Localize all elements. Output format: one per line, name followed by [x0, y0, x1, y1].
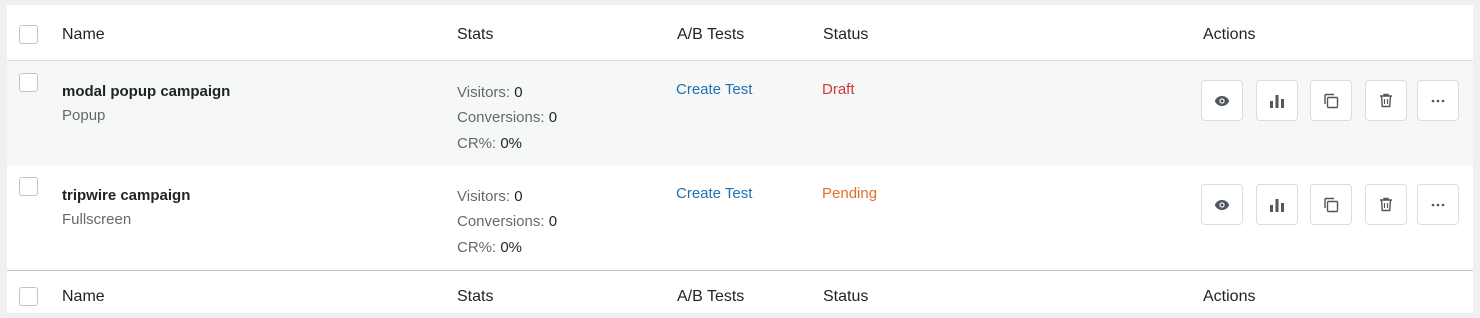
more-icon [1431, 203, 1445, 206]
column-footer-name[interactable]: Name [62, 288, 105, 306]
stat-cr-value: 0% [500, 239, 523, 256]
column-footer-ab-tests: A/B Tests [677, 288, 745, 305]
campaign-type: Fullscreen [62, 211, 132, 228]
table-row: tripwire campaign Fullscreen Visitors: 0… [7, 165, 1473, 270]
duplicate-icon [1324, 197, 1339, 212]
stat-visitors-value: 0 [514, 188, 523, 205]
more-button[interactable] [1417, 80, 1459, 121]
row-checkbox[interactable] [19, 177, 38, 196]
eye-icon [1214, 199, 1230, 210]
stat-conversions-label: Conversions: [457, 109, 545, 126]
stat-visitors-value: 0 [514, 84, 523, 101]
eye-icon [1214, 95, 1230, 106]
select-all-checkbox[interactable] [19, 25, 38, 44]
duplicate-button[interactable] [1310, 184, 1352, 225]
column-footer-status: Status [823, 288, 869, 305]
delete-button[interactable] [1365, 80, 1407, 121]
campaign-name[interactable]: tripwire campaign [62, 187, 190, 204]
table-row: modal popup campaign Popup Visitors: 0 C… [7, 61, 1473, 165]
stat-visitors: Visitors: 0 [457, 188, 523, 205]
stat-conversions-value: 0 [548, 213, 558, 230]
column-header-actions: Actions [1203, 26, 1256, 43]
stat-cr: CR%: 0% [457, 239, 522, 256]
table-header: Name Stats A/B Tests Status Actions [7, 5, 1473, 61]
more-button[interactable] [1417, 184, 1459, 225]
stat-conversions: Conversions: 0 [457, 213, 557, 230]
bar-chart-icon [1270, 94, 1284, 108]
column-header-ab-tests: A/B Tests [677, 26, 745, 43]
duplicate-button[interactable] [1310, 80, 1352, 121]
stat-cr: CR%: 0% [457, 135, 522, 152]
stat-cr-label: CR%: [457, 135, 497, 152]
column-footer-stats: Stats [457, 288, 494, 305]
stat-visitors-label: Visitors: [457, 188, 511, 205]
create-test-link[interactable]: Create Test [676, 185, 752, 202]
column-header-stats: Stats [457, 26, 494, 43]
stats-button[interactable] [1256, 80, 1298, 121]
status-label: Draft [822, 81, 855, 98]
preview-button[interactable] [1201, 80, 1243, 121]
stat-conversions-value: 0 [548, 109, 558, 126]
column-header-status: Status [823, 26, 869, 43]
preview-button[interactable] [1201, 184, 1243, 225]
column-header-name[interactable]: Name [62, 26, 105, 44]
campaign-name[interactable]: modal popup campaign [62, 83, 230, 100]
select-all-checkbox[interactable] [19, 287, 38, 306]
trash-icon [1380, 93, 1392, 108]
stat-cr-value: 0% [500, 135, 523, 152]
status-label: Pending [822, 185, 878, 202]
campaign-type: Popup [62, 107, 106, 124]
row-checkbox[interactable] [19, 73, 38, 92]
stat-cr-label: CR%: [457, 239, 497, 256]
stats-button[interactable] [1256, 184, 1298, 225]
campaigns-table: Name Stats A/B Tests Status Actions moda… [7, 5, 1473, 313]
column-footer-actions: Actions [1203, 288, 1256, 305]
stat-conversions: Conversions: 0 [457, 109, 557, 126]
create-test-link[interactable]: Create Test [676, 81, 752, 98]
more-icon [1431, 99, 1445, 102]
trash-icon [1380, 197, 1392, 212]
duplicate-icon [1324, 93, 1339, 108]
bar-chart-icon [1270, 198, 1284, 212]
stat-conversions-label: Conversions: [457, 213, 545, 230]
delete-button[interactable] [1365, 184, 1407, 225]
table-footer: Name Stats A/B Tests Status Actions [7, 270, 1473, 313]
stat-visitors-label: Visitors: [457, 84, 511, 101]
stat-visitors: Visitors: 0 [457, 84, 523, 101]
